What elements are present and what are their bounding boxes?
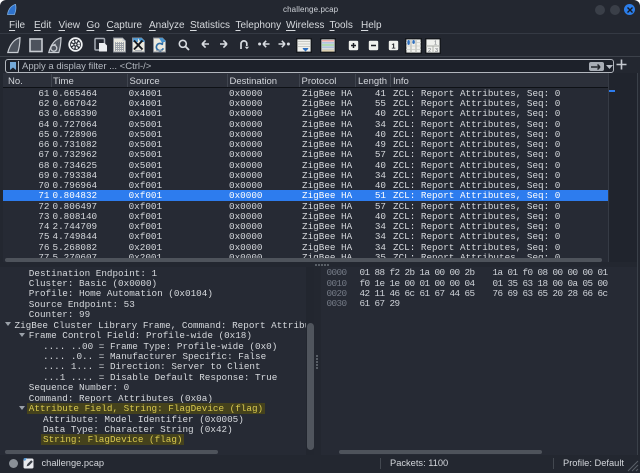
svg-text:2: 2 xyxy=(428,48,431,54)
svg-text:3: 3 xyxy=(435,48,438,54)
svg-text:1: 1 xyxy=(391,41,395,50)
svg-text:1: 1 xyxy=(434,40,437,46)
